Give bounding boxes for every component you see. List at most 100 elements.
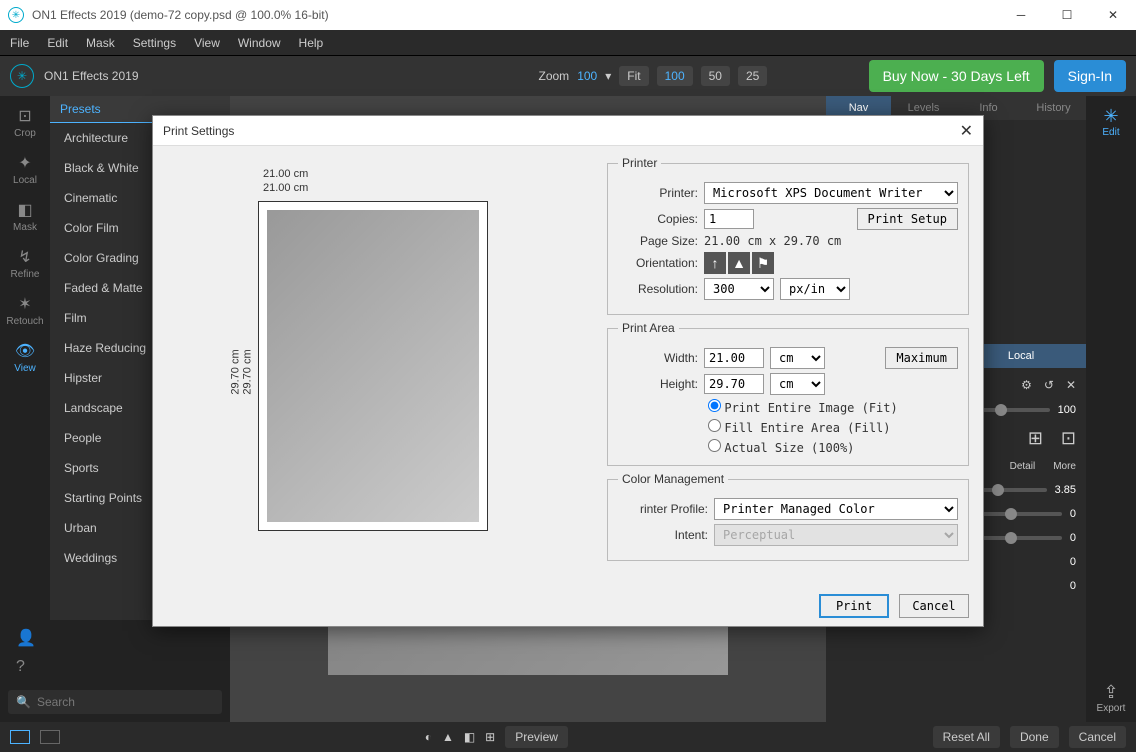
tool-mask[interactable]: ◧Mask bbox=[13, 200, 37, 233]
more-icon[interactable]: ⊡ bbox=[1061, 428, 1076, 449]
app-name: ON1 Effects 2019 bbox=[44, 69, 139, 83]
zoom-label: Zoom bbox=[539, 69, 570, 83]
menu-view[interactable]: View bbox=[194, 36, 220, 50]
orientation-landscape-icon[interactable]: ▲ bbox=[728, 252, 750, 274]
help-icon[interactable]: ? bbox=[16, 658, 222, 676]
view-mode-1[interactable] bbox=[10, 730, 30, 744]
softproof-icon[interactable]: ◐ bbox=[425, 730, 432, 744]
search-box[interactable]: 🔍 Search bbox=[8, 690, 222, 714]
detail-icon[interactable]: ⊞ bbox=[1028, 428, 1043, 449]
mask-preview-icon[interactable]: ▲ bbox=[442, 730, 454, 744]
zoom-100-button[interactable]: 100 bbox=[657, 66, 693, 86]
intent-select: Perceptual bbox=[714, 524, 958, 546]
height-unit-select[interactable]: cm bbox=[770, 373, 825, 395]
search-placeholder: Search bbox=[37, 695, 75, 709]
profile-select[interactable]: Printer Managed Color bbox=[714, 498, 958, 520]
dialog-print-button[interactable]: Print bbox=[819, 594, 889, 618]
profile-label: rinter Profile: bbox=[618, 502, 708, 516]
cancel-button[interactable]: Cancel bbox=[1069, 726, 1126, 748]
copies-input[interactable] bbox=[704, 209, 754, 229]
window-minimize-button[interactable]: ─ bbox=[998, 0, 1044, 30]
view-mode-2[interactable] bbox=[40, 730, 60, 744]
radio-fill[interactable]: Fill Entire Area (Fill) bbox=[708, 419, 958, 435]
intent-label: Intent: bbox=[618, 528, 708, 542]
compare-icon[interactable]: ◧ bbox=[464, 730, 475, 744]
dim-height: 29.70 cm bbox=[230, 349, 242, 394]
account-icon[interactable]: 👤 bbox=[16, 628, 222, 648]
preview-button[interactable]: Preview bbox=[505, 726, 568, 748]
window-maximize-button[interactable]: ☐ bbox=[1044, 0, 1090, 30]
grid-icon[interactable]: ⊞ bbox=[485, 730, 495, 744]
width-unit-select[interactable]: cm bbox=[770, 347, 825, 369]
resolution-select[interactable]: 300 bbox=[704, 278, 774, 300]
done-button[interactable]: Done bbox=[1010, 726, 1059, 748]
zoom-50-button[interactable]: 50 bbox=[701, 66, 730, 86]
export-icon: ⇪ bbox=[1097, 682, 1126, 703]
maximum-button[interactable]: Maximum bbox=[885, 347, 958, 369]
export-tool[interactable]: ⇪Export bbox=[1097, 682, 1126, 714]
dim-height2: 29.70 cm bbox=[242, 349, 254, 394]
right-edge-toolbar: ✳Edit ⇪Export bbox=[1086, 96, 1136, 734]
zoom-fit-button[interactable]: Fit bbox=[619, 66, 648, 86]
print-preview-area: 21.00 cm 21.00 cm 29.70 cm 29.70 cm bbox=[153, 146, 593, 586]
zoom-25-button[interactable]: 25 bbox=[738, 66, 767, 86]
undo-icon[interactable]: ↺ bbox=[1044, 378, 1054, 392]
resolution-unit-select[interactable]: px/in bbox=[780, 278, 850, 300]
local-icon: ✦ bbox=[15, 153, 35, 173]
tool-local[interactable]: ✦Local bbox=[13, 153, 37, 186]
close-panel-icon[interactable]: ✕ bbox=[1066, 378, 1076, 392]
zoom-dropdown-icon[interactable]: ▾ bbox=[605, 69, 611, 83]
left-bottom-bar: 👤 ? 🔍 Search bbox=[0, 620, 230, 722]
radio-actual[interactable]: Actual Size (100%) bbox=[708, 439, 958, 455]
dialog-title: Print Settings bbox=[163, 124, 234, 138]
width-label: Width: bbox=[618, 351, 698, 365]
orientation-label: Orientation: bbox=[618, 256, 698, 270]
view-icon: 👁 bbox=[15, 341, 35, 361]
window-titlebar: ✳ ON1 Effects 2019 (demo-72 copy.psd @ 1… bbox=[0, 0, 1136, 30]
orientation-reverse-icon[interactable]: ⚑ bbox=[752, 252, 774, 274]
more-label: More bbox=[1053, 461, 1076, 472]
tool-view[interactable]: 👁View bbox=[14, 341, 36, 374]
top-toolbar: ✳ ON1 Effects 2019 Zoom 100 ▾ Fit 100 50… bbox=[0, 56, 1136, 96]
tool-retouch[interactable]: ✶Retouch bbox=[6, 294, 43, 327]
tool-refine[interactable]: ↯Refine bbox=[11, 247, 40, 280]
printer-legend: Printer bbox=[618, 156, 661, 170]
menu-help[interactable]: Help bbox=[299, 36, 324, 50]
detail-label: Detail bbox=[1010, 461, 1036, 472]
tool-crop[interactable]: ⊡Crop bbox=[14, 106, 36, 139]
menu-file[interactable]: File bbox=[10, 36, 29, 50]
window-close-button[interactable]: ✕ bbox=[1090, 0, 1136, 30]
edit-tool[interactable]: ✳Edit bbox=[1102, 106, 1119, 138]
gear-icon[interactable]: ⚙ bbox=[1021, 378, 1032, 392]
radio-fit[interactable]: Print Entire Image (Fit) bbox=[708, 399, 958, 415]
menu-mask[interactable]: Mask bbox=[86, 36, 115, 50]
zoom-value[interactable]: 100 bbox=[577, 69, 597, 83]
dialog-close-button[interactable]: ✕ bbox=[960, 121, 973, 141]
tab-history[interactable]: History bbox=[1021, 96, 1086, 120]
crop-icon: ⊡ bbox=[15, 106, 35, 126]
menu-bar: File Edit Mask Settings View Window Help bbox=[0, 30, 1136, 56]
menu-window[interactable]: Window bbox=[238, 36, 281, 50]
retouch-icon: ✶ bbox=[15, 294, 35, 314]
height-label: Height: bbox=[618, 377, 698, 391]
printer-label: Printer: bbox=[618, 186, 698, 200]
menu-settings[interactable]: Settings bbox=[133, 36, 176, 50]
height-input[interactable] bbox=[704, 374, 764, 394]
printer-select[interactable]: Microsoft XPS Document Writer bbox=[704, 182, 958, 204]
app-logo-icon: ✳ bbox=[8, 7, 24, 23]
dialog-cancel-button[interactable]: Cancel bbox=[899, 594, 969, 618]
sign-in-button[interactable]: Sign-In bbox=[1054, 60, 1126, 92]
copies-label: Copies: bbox=[618, 212, 698, 226]
bottom-bar: ◐ ▲ ◧ ⊞ Preview Reset All Done Cancel bbox=[0, 722, 1136, 752]
menu-edit[interactable]: Edit bbox=[47, 36, 68, 50]
orientation-portrait-icon[interactable]: ↑ bbox=[704, 252, 726, 274]
app-logo2-icon: ✳ bbox=[10, 64, 34, 88]
mask-icon: ◧ bbox=[15, 200, 35, 220]
color-legend: Color Management bbox=[618, 472, 728, 486]
resetall-button[interactable]: Reset All bbox=[933, 726, 1000, 748]
print-page-image bbox=[267, 210, 479, 522]
print-setup-button[interactable]: Print Setup bbox=[857, 208, 958, 230]
refine-icon: ↯ bbox=[15, 247, 35, 267]
width-input[interactable] bbox=[704, 348, 764, 368]
buy-now-button[interactable]: Buy Now - 30 Days Left bbox=[869, 60, 1044, 92]
